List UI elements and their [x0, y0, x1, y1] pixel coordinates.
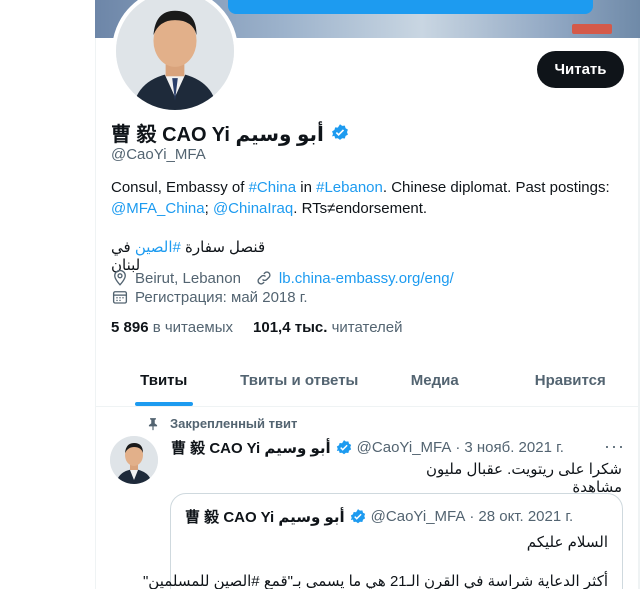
verified-badge-icon	[336, 439, 351, 454]
bio-text: in	[296, 179, 317, 196]
tweet-date[interactable]: 3 нояб. 2021 г.	[464, 439, 564, 456]
pinned-indicator: Закрепленный твит	[146, 416, 297, 431]
tab-tweets-and-replies[interactable]: Твиты и ответы	[232, 354, 368, 406]
following-stat[interactable]: 5 896 в читаемых	[111, 319, 233, 336]
quoted-author-handle: @CaoYi_MFA	[370, 508, 466, 525]
pin-icon	[148, 417, 158, 430]
location-icon	[114, 269, 126, 286]
quoted-tweet[interactable]: 曹 毅 CAO Yi أبو وسيم @CaoYi_MFA · 28 окт.…	[143, 493, 623, 589]
quoted-text-line: أكثر الدعاية شراسة في القرن الـ21 هي ما …	[142, 573, 608, 589]
tweet-author-name[interactable]: 曹 毅 CAO Yi أبو وسيم	[171, 437, 331, 458]
calendar-icon	[112, 291, 128, 304]
quoted-text-line: السلام عليكم	[526, 534, 608, 551]
followers-count: 101,4 тыс.	[253, 319, 328, 336]
tweet-author-handle[interactable]: @CaoYi_MFA	[357, 439, 452, 456]
bio-text: . Chinese diplomat. Past postings:	[382, 179, 610, 196]
profile-display-name: 曹 毅 CAO Yi أبو وسيم	[111, 124, 324, 146]
bio-text: ;	[204, 200, 213, 217]
mention-link[interactable]: @MFA_China	[111, 200, 205, 217]
tweet-author-avatar[interactable]	[110, 436, 158, 484]
bio-arabic-text: قنصل سفارة	[180, 239, 266, 256]
following-count: 5 896	[111, 319, 149, 336]
following-label: в читаемых	[152, 319, 234, 336]
link-icon	[257, 271, 271, 285]
profile-name-row: 曹 毅 CAO Yi أبو وسيم	[111, 118, 350, 147]
banner-overlay-button[interactable]	[228, 0, 593, 14]
followers-label: читателей	[331, 319, 403, 336]
column-border-left	[95, 0, 96, 589]
profile-joined-row: Регистрация: май 2018 г.	[111, 288, 308, 306]
pinned-label: Закрепленный твит	[170, 416, 298, 431]
tab-tweets[interactable]: Твиты	[96, 354, 232, 406]
quoted-author-name: 曹 毅 CAO Yi أبو وسيم	[185, 509, 345, 526]
quoted-separator: ·	[469, 508, 475, 525]
tweet-avatar-photo	[110, 436, 158, 484]
profile-meta-row: Beirut, Lebanon lb.china-embassy.org/eng…	[111, 269, 454, 287]
tweet-header: 曹 毅 CAO Yi أبو وسيم @CaoYi_MFA · 3 нояб.…	[171, 437, 564, 458]
quoted-date: 28 окт. 2021 г.	[478, 508, 574, 525]
tab-likes[interactable]: Нравится	[503, 354, 639, 406]
tweet-text: شكرا على ريتويت. عقبال مليون مشاهدة	[426, 461, 622, 496]
profile-avatar[interactable]	[112, 0, 238, 114]
profile-handle: @CaoYi_MFA	[111, 146, 206, 163]
tweet-more-icon[interactable]: ···	[604, 436, 625, 457]
verified-badge-icon	[350, 508, 365, 523]
left-gutter	[0, 0, 95, 589]
profile-tabs: Твиты Твиты и ответы Медиа Нравится	[96, 354, 638, 407]
verified-badge-icon[interactable]	[330, 123, 350, 143]
avatar-photo	[116, 0, 234, 110]
bio-text: Consul, Embassy of	[111, 179, 249, 196]
banner-boat-shape	[572, 24, 612, 34]
quoted-tweet-header: 曹 毅 CAO Yi أبو وسيم @CaoYi_MFA · 28 окт.…	[185, 506, 573, 527]
follow-button[interactable]: Читать	[537, 51, 624, 88]
mention-link[interactable]: @ChinaIraq	[213, 200, 293, 217]
profile-joined-date: Регистрация: май 2018 г.	[135, 288, 308, 306]
profile-location: Beirut, Lebanon	[135, 269, 241, 287]
hashtag-link[interactable]: #China	[249, 179, 297, 196]
hashtag-link[interactable]: #الصين	[135, 239, 181, 256]
bio-text: . RTs≠endorsement.	[293, 200, 428, 217]
tweet-separator: ·	[455, 439, 461, 456]
profile-website-link[interactable]: lb.china-embassy.org/eng/	[279, 270, 454, 287]
profile-stats: 5 896 в читаемых 101,4 тыс. читателей	[111, 319, 403, 336]
tab-media[interactable]: Медиа	[367, 354, 503, 406]
hashtag-link[interactable]: #Lebanon	[316, 179, 383, 196]
profile-bio: Consul, Embassy of #China in #Lebanon. C…	[111, 177, 626, 219]
followers-stat[interactable]: 101,4 тыс. читателей	[253, 319, 402, 336]
